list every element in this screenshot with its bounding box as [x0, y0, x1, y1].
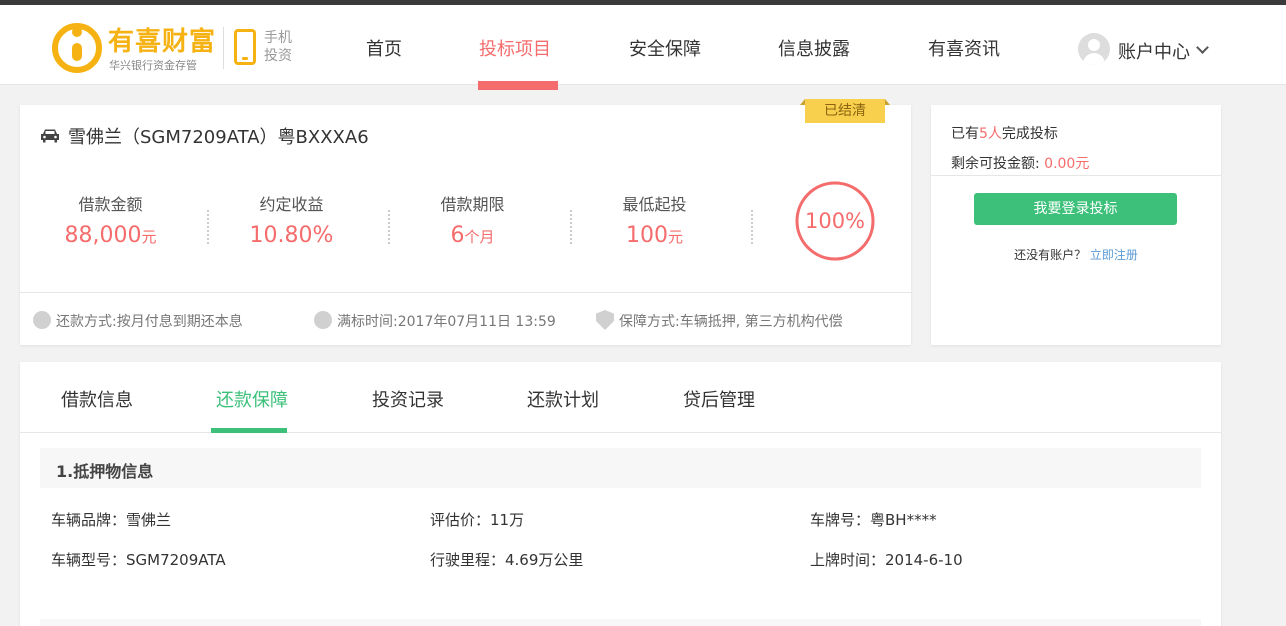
tab-repay-guarantee[interactable]: 还款保障: [216, 386, 288, 412]
register-link[interactable]: 立即注册: [1090, 248, 1138, 262]
remaining-label: 剩余可投金额:: [951, 156, 1040, 172]
shield-icon: [596, 310, 614, 330]
stat-value: 6个月: [382, 223, 563, 248]
side-divider: [931, 175, 1221, 176]
stat-label: 最低起投: [622, 195, 687, 214]
stat-value: 88,000元: [20, 223, 201, 248]
full-time: 满标时间:2017年07月11日 13:59: [337, 314, 556, 330]
vehicle-model: 车辆型号：SGM7209ATA: [51, 551, 226, 569]
vehicle-brand: 车辆品牌：雪佛兰: [51, 511, 172, 529]
stat-value: 100元: [564, 223, 745, 248]
tab-loan-info[interactable]: 借款信息: [61, 386, 133, 412]
stat-unit: 个月: [464, 228, 495, 246]
site-header: 有喜财富 华兴银行资金存管 手机 投资 首页 投标项目 安全保障 信息披露 有喜…: [0, 5, 1286, 90]
nav-home[interactable]: 首页: [366, 35, 402, 61]
tab-active-indicator: [211, 428, 287, 433]
project-title: 雪佛兰（SGM7209ATA）粤BXXXA6: [68, 127, 369, 148]
stat-return-rate: 约定收益 10.80%: [201, 191, 382, 248]
nav-security[interactable]: 安全保障: [629, 35, 701, 61]
logo-name: 有喜财富: [108, 27, 217, 57]
guarantee-method: 保障方式:车辆抵押, 第三方机构代偿: [619, 314, 843, 330]
next-section-strip: [40, 619, 1201, 626]
stat-value: 10.80%: [201, 223, 382, 248]
tab-repay-plan[interactable]: 还款计划: [527, 386, 599, 412]
collateral-section-header: 1.抵押物信息: [40, 448, 1201, 488]
section-title: 1.抵押物信息: [56, 462, 154, 481]
mileage: 行驶里程：4.69万公里: [430, 551, 584, 569]
logo[interactable]: 有喜财富 华兴银行资金存管: [52, 19, 215, 75]
investors-prefix: 已有: [951, 126, 979, 142]
status-badge: 已结清: [800, 99, 890, 123]
mobile-line-2: 投资: [264, 48, 292, 64]
remaining-amount: 剩余可投金额: 0.00元: [951, 153, 1089, 173]
stat-loan-term: 借款期限 6个月: [382, 191, 563, 248]
account-center-label: 账户中心: [1118, 42, 1190, 63]
stat-unit: 元: [667, 228, 683, 246]
logo-subtitle: 华兴银行资金存管: [109, 59, 197, 72]
mobile-phone-icon: [234, 29, 256, 65]
detail-tabs-card: 借款信息 还款保障 投资记录 还款计划 贷后管理 1.抵押物信息 车辆品牌：雪佛…: [20, 362, 1221, 626]
stat-number: 100: [625, 223, 668, 248]
invest-side-card: 已有5人完成投标 剩余可投金额: 0.00元 我要登录投标 还没有账户？ 立即注…: [931, 105, 1221, 345]
nav-projects[interactable]: 投标项目: [479, 35, 551, 61]
mobile-line-1: 手机: [264, 30, 292, 46]
register-prompt: 还没有账户？ 立即注册: [931, 246, 1221, 263]
stat-number: 10.80%: [249, 223, 334, 248]
mobile-invest-label: 手机 投资: [264, 29, 298, 65]
stat-loan-amount: 借款金额 88,000元: [20, 191, 201, 248]
project-card: 雪佛兰（SGM7209ATA）粤BXXXA6 已结清 借款金额 88,000元 …: [20, 99, 911, 345]
stat-divider: [751, 210, 753, 244]
nav-news[interactable]: 有喜资讯: [928, 35, 1000, 61]
login-invest-button[interactable]: 我要登录投标: [974, 193, 1177, 225]
nav-active-indicator: [478, 81, 558, 90]
stat-min-investment: 最低起投 100元: [564, 191, 745, 248]
repay-method-icon: [33, 311, 51, 329]
tab-invest-records[interactable]: 投资记录: [372, 386, 444, 412]
tab-post-loan[interactable]: 贷后管理: [683, 386, 755, 412]
project-footer: 还款方式:按月付息到期还本息 满标时间:2017年07月11日 13:59 保障…: [20, 292, 911, 345]
stat-unit: 元: [141, 228, 157, 246]
valuation: 评估价：11万: [430, 511, 525, 529]
plate-number: 车牌号：粤BH****: [810, 511, 937, 529]
stat-number: 6: [450, 223, 465, 248]
investors-count: 5人: [979, 126, 1002, 142]
remaining-value: 0.00元: [1044, 156, 1090, 172]
logo-divider: [223, 27, 224, 69]
repay-method: 还款方式:按月付息到期还本息: [56, 314, 243, 330]
investors-summary: 已有5人完成投标: [951, 123, 1058, 143]
stat-label: 借款期限: [440, 195, 505, 214]
investors-suffix: 完成投标: [1001, 126, 1058, 142]
progress-percent: 100%: [804, 209, 866, 233]
register-date: 上牌时间：2014-6-10: [810, 551, 963, 569]
stat-label: 约定收益: [259, 195, 324, 214]
tab-bar: 借款信息 还款保障 投资记录 还款计划 贷后管理: [20, 362, 1221, 433]
nav-disclosure[interactable]: 信息披露: [778, 35, 850, 61]
no-account-text: 还没有账户？: [1014, 248, 1087, 262]
logo-mark-icon: [52, 23, 102, 73]
clock-check-icon: [314, 311, 332, 329]
avatar-icon: [1078, 33, 1110, 65]
chevron-down-icon: [1196, 41, 1209, 54]
car-icon: [41, 129, 59, 143]
stat-number: 88,000: [64, 223, 142, 248]
stat-label: 借款金额: [78, 195, 143, 214]
